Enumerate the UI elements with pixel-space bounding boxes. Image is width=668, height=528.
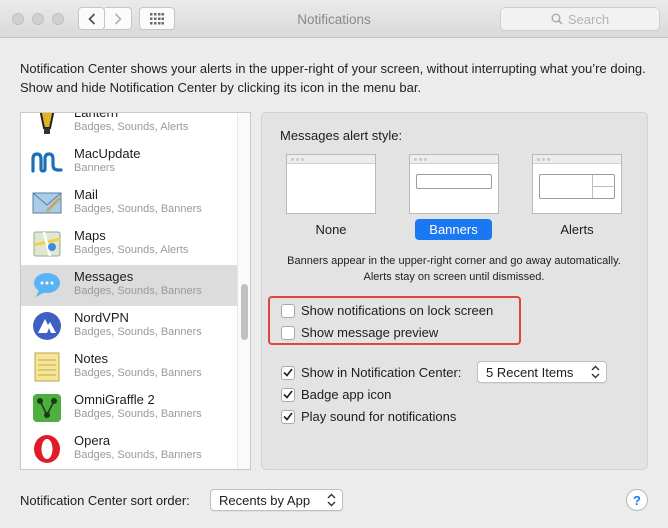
- list-item-opera[interactable]: Opera Badges, Sounds, Banners: [21, 429, 237, 469]
- badge-icon-checkbox[interactable]: [281, 387, 295, 402]
- style-alerts-label[interactable]: Alerts: [532, 219, 622, 240]
- app-name: OmniGraffle 2: [74, 392, 155, 407]
- list-item-macupdate[interactable]: MacUpdate Banners: [21, 142, 237, 183]
- checkmark-icon: [283, 368, 293, 377]
- alert-style-explanation: Banners appear in the upper-right corner…: [287, 255, 621, 283]
- list-item-messages[interactable]: Messages Badges, Sounds, Banners: [21, 265, 237, 306]
- list-item-mail[interactable]: Mail Badges, Sounds, Banners: [21, 183, 237, 224]
- play-sound-label: Play sound for notifications: [301, 409, 457, 424]
- nordvpn-icon: [31, 310, 63, 342]
- sort-order-label: Notification Center sort order:: [20, 493, 190, 508]
- description-text: Notification Center shows your alerts in…: [20, 61, 646, 95]
- sort-order-popup[interactable]: Recents by App: [210, 489, 343, 511]
- app-notification-types: Badges, Sounds, Banners: [74, 449, 202, 461]
- app-name: NordVPN: [74, 310, 129, 325]
- app-name: Notes: [74, 351, 108, 366]
- macupdate-icon: [31, 146, 63, 178]
- style-none-thumbnail[interactable]: [286, 154, 376, 214]
- search-icon: [551, 13, 563, 25]
- message-preview-option[interactable]: Show message preview: [281, 325, 438, 340]
- badge-icon-option[interactable]: Badge app icon: [281, 387, 391, 402]
- play-sound-checkbox[interactable]: [281, 409, 295, 424]
- app-notification-types: Badges, Sounds, Banners: [74, 408, 202, 420]
- scrollbar-thumb[interactable]: [241, 284, 248, 340]
- list-item-maps[interactable]: Maps Badges, Sounds, Alerts: [21, 224, 237, 265]
- style-banners-thumbnail[interactable]: [409, 154, 499, 214]
- lock-screen-checkbox[interactable]: [281, 303, 295, 318]
- sort-order-value: Recents by App: [219, 492, 311, 508]
- app-notification-types: Badges, Sounds, Banners: [74, 203, 202, 215]
- checkmark-icon: [283, 412, 293, 421]
- style-none-label[interactable]: None: [286, 219, 376, 240]
- search-placeholder: Search: [567, 11, 610, 27]
- show-in-nc-checkbox[interactable]: [281, 365, 295, 380]
- style-alerts-thumbnail[interactable]: [532, 154, 622, 214]
- maps-icon: [31, 228, 63, 260]
- app-name: Lantern: [74, 112, 119, 120]
- message-preview-checkbox[interactable]: [281, 325, 295, 340]
- play-sound-option[interactable]: Play sound for notifications: [281, 409, 456, 424]
- app-list-scrollbar[interactable]: [237, 113, 250, 469]
- omnigraffle-icon: [31, 392, 63, 424]
- app-name: Messages: [74, 269, 134, 284]
- app-notification-types: Badges, Sounds, Alerts: [74, 244, 189, 256]
- list-item-notes[interactable]: Notes Badges, Sounds, Banners: [21, 347, 237, 388]
- recent-items-popup[interactable]: 5 Recent Items: [477, 361, 607, 383]
- show-in-nc-option[interactable]: Show in Notification Center:: [281, 365, 461, 380]
- show-in-nc-label: Show in Notification Center:: [301, 365, 462, 380]
- messages-icon: [31, 269, 63, 301]
- message-preview-label: Show message preview: [301, 325, 439, 340]
- help-button[interactable]: ?: [626, 489, 648, 511]
- app-name: Mail: [74, 187, 98, 202]
- alert-style-label: Messages alert style:: [280, 128, 403, 143]
- recent-items-value: 5 Recent Items: [486, 364, 574, 380]
- style-banners-label[interactable]: Banners: [415, 219, 492, 240]
- popup-arrows-icon: [591, 365, 600, 379]
- list-item-lantern[interactable]: Lantern Badges, Sounds, Alerts: [21, 112, 237, 142]
- notes-icon: [31, 351, 63, 383]
- list-item-nordvpn[interactable]: NordVPN Badges, Sounds, Banners: [21, 306, 237, 347]
- app-list[interactable]: Lantern Badges, Sounds, Alerts MacUpdate…: [20, 112, 251, 470]
- opera-icon: [31, 433, 63, 465]
- app-notification-types: Badges, Sounds, Banners: [74, 285, 202, 297]
- list-item-omnigraffle[interactable]: OmniGraffle 2 Badges, Sounds, Banners: [21, 388, 237, 429]
- lock-screen-label: Show notifications on lock screen: [301, 303, 494, 318]
- app-name: Maps: [74, 228, 106, 243]
- lantern-icon: [31, 113, 63, 137]
- app-notification-types: Badges, Sounds, Alerts: [74, 121, 189, 133]
- app-name: Opera: [74, 433, 111, 448]
- search-field[interactable]: Search: [500, 7, 660, 31]
- app-notification-types: Badges, Sounds, Banners: [74, 367, 202, 379]
- app-name: MacUpdate: [74, 146, 141, 161]
- app-notification-types: Badges, Sounds, Banners: [74, 326, 202, 338]
- popup-arrows-icon: [327, 493, 336, 507]
- badge-icon-label: Badge app icon: [301, 387, 392, 402]
- mail-icon: [31, 187, 63, 219]
- checkmark-icon: [283, 390, 293, 399]
- lock-screen-option[interactable]: Show notifications on lock screen: [281, 303, 493, 318]
- app-notification-types: Banners: [74, 162, 115, 174]
